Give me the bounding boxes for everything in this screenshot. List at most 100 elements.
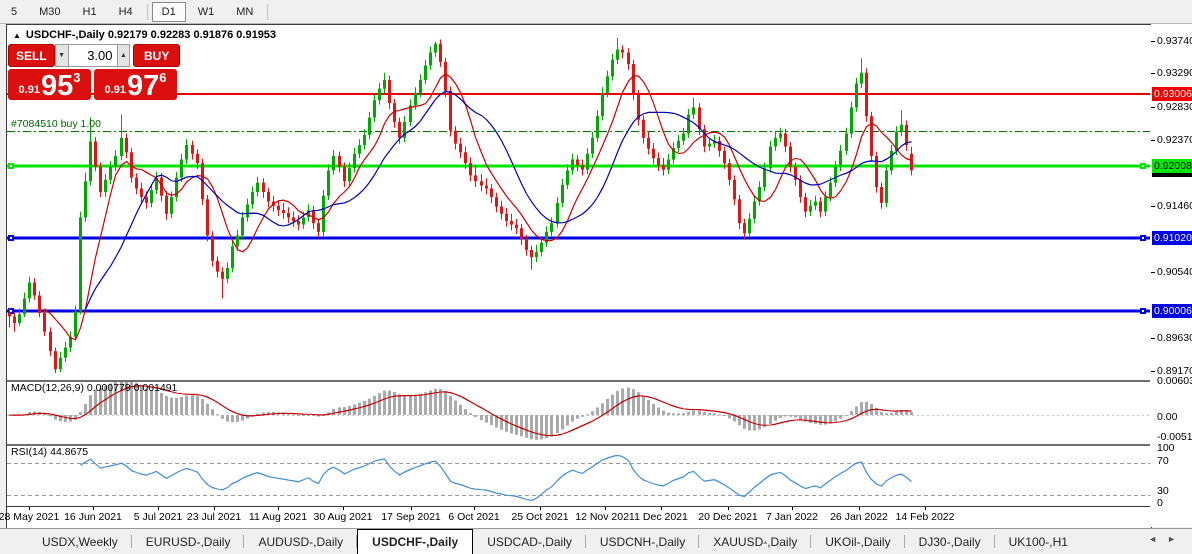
price-tick-label: 0.89630 bbox=[1157, 332, 1192, 345]
timeframe-button-MN[interactable]: MN bbox=[226, 2, 263, 22]
date-tick-label: 30 Aug 2021 bbox=[313, 511, 373, 523]
date-tick-label: 16 Jun 2021 bbox=[64, 511, 122, 523]
date-tick-mark bbox=[214, 507, 215, 510]
sell-price-prefix: 0.91 bbox=[18, 84, 40, 96]
chart-window[interactable]: ▲ USDCHF-,Daily 0.92179 0.92283 0.91876 0… bbox=[0, 24, 1152, 529]
date-tick-label: 26 Jan 2022 bbox=[830, 511, 888, 523]
price-tick-label: 0.90540 bbox=[1157, 266, 1192, 279]
sell-price-sup: 3 bbox=[73, 70, 81, 85]
rsi-value: 44.8675 bbox=[50, 446, 89, 458]
price-tick-mark bbox=[1151, 40, 1155, 42]
volume-decrease-button[interactable]: ▼ bbox=[54, 44, 69, 67]
timeframe-button-W1[interactable]: W1 bbox=[188, 2, 225, 22]
buy-price-sup: 6 bbox=[159, 70, 167, 85]
timeframe-button-D1[interactable]: D1 bbox=[151, 1, 186, 22]
price-tick-mark bbox=[1151, 73, 1155, 75]
date-tick-mark bbox=[792, 507, 793, 510]
date-tick-mark bbox=[540, 507, 541, 510]
timeframe-button-5[interactable]: 5 bbox=[1, 2, 27, 22]
date-tick-mark bbox=[605, 507, 606, 510]
triangle-up-icon: ▲ bbox=[119, 52, 127, 59]
date-tick-mark bbox=[278, 507, 279, 510]
indicator-axis-label: 0.006034 bbox=[1157, 375, 1192, 387]
date-tick-label: 7 Jan 2022 bbox=[766, 511, 818, 523]
price-level-badge: 0.93006 bbox=[1152, 87, 1192, 101]
date-tick-mark bbox=[474, 507, 475, 510]
price-tick-label: 0.92370 bbox=[1157, 134, 1192, 146]
price-tick-mark bbox=[1151, 338, 1155, 340]
indicator-axis-label: 100 bbox=[1157, 442, 1175, 454]
date-tick-label: 12 Nov 2021 bbox=[575, 511, 635, 523]
indicator-axis-label: 0.00 bbox=[1157, 411, 1178, 423]
date-tick-label: 1 Dec 2021 bbox=[634, 511, 688, 523]
chart-tab-uk100-h1[interactable]: UK100-,H1 bbox=[995, 529, 1082, 554]
date-tick-label: 28 May 2021 bbox=[0, 511, 60, 523]
price-tick-mark bbox=[1151, 205, 1155, 207]
scroll-right-icon[interactable]: ► bbox=[1167, 534, 1186, 544]
date-tick-mark bbox=[93, 507, 94, 510]
buy-button[interactable]: BUY bbox=[133, 44, 180, 67]
chart-tab-usdchf-daily[interactable]: USDCHF-,Daily bbox=[357, 529, 474, 554]
chart-tab-xauusd-daily[interactable]: XAUUSD-,Daily bbox=[699, 529, 812, 554]
chart-tab-ukoil-daily[interactable]: UKOil-,Daily bbox=[811, 529, 905, 554]
rsi-name: RSI(14) bbox=[11, 446, 48, 458]
scroll-left-icon[interactable]: ◄ bbox=[1148, 534, 1167, 544]
indicator-axis-label: 0 bbox=[1157, 497, 1163, 509]
rsi-indicator-canvas[interactable] bbox=[7, 444, 1150, 508]
date-tick-mark bbox=[728, 507, 729, 510]
timeframe-button-M30[interactable]: M30 bbox=[29, 2, 70, 22]
date-tick-mark bbox=[859, 507, 860, 510]
date-tick-label: 23 Jul 2021 bbox=[186, 511, 242, 523]
macd-signal-value: 0.001491 bbox=[133, 382, 178, 394]
date-tick-mark bbox=[925, 507, 926, 510]
timeframe-button-H4[interactable]: H4 bbox=[109, 2, 143, 22]
collapse-triangle-icon[interactable]: ▲ bbox=[13, 31, 21, 40]
price-level-badge: 0.92008 bbox=[1152, 159, 1192, 174]
timeframe-button-H1[interactable]: H1 bbox=[73, 2, 107, 22]
chart-title: ▲ USDCHF-,Daily 0.92179 0.92283 0.91876 0… bbox=[13, 29, 276, 41]
trading-platform-window: 5 M30 H1 H4 D1 W1 MN ▲ USDCHF-,Daily 0.92179 0.… bbox=[0, 0, 1192, 554]
price-axis[interactable]: 0.93740 0.93290 0.92830 0.92370 0.91460 0.905… bbox=[1151, 24, 1192, 527]
indicator-axis-label: 70 bbox=[1157, 455, 1169, 467]
date-axis[interactable]: 28 May 2021 16 Jun 2021 5 Jul 2021 23 Jul 2… bbox=[0, 506, 1150, 528]
sell-price-display[interactable]: 0.91 95 3 bbox=[8, 69, 91, 101]
timeframe-toolbar: 5 M30 H1 H4 D1 W1 MN bbox=[0, 0, 1192, 24]
date-tick-mark bbox=[411, 507, 412, 510]
chart-tab-bar: USDX,Weekly EURUSD-,Daily AUDUSD-,Daily USD… bbox=[0, 528, 1192, 554]
chart-ohlc-values: 0.92179 0.92283 0.91876 0.91953 bbox=[107, 29, 277, 41]
chart-tab-usdcnh-daily[interactable]: USDCNH-,Daily bbox=[586, 529, 700, 554]
chart-tab-usdx-weekly[interactable]: USDX,Weekly bbox=[28, 529, 132, 554]
date-tick-label: 14 Feb 2022 bbox=[895, 511, 955, 523]
volume-increase-button[interactable]: ▲ bbox=[116, 44, 131, 67]
date-tick-label: 6 Oct 2021 bbox=[448, 511, 500, 523]
buy-price-prefix: 0.91 bbox=[104, 84, 126, 96]
chart-tab-eurusd-daily[interactable]: EURUSD-,Daily bbox=[132, 529, 245, 554]
chart-tab-dj30-daily[interactable]: DJ30-,Daily bbox=[905, 529, 995, 554]
date-tick-label: 11 Aug 2021 bbox=[248, 511, 308, 523]
date-tick-label: 20 Dec 2021 bbox=[698, 511, 758, 523]
buy-price-display[interactable]: 0.91 97 6 bbox=[94, 69, 177, 102]
buy-price-big: 97 bbox=[126, 70, 160, 102]
price-tick-mark bbox=[1151, 272, 1155, 274]
sell-button[interactable]: SELL bbox=[8, 44, 55, 67]
price-level-badge: 0.90006 bbox=[1152, 303, 1192, 318]
date-tick-label: 17 Sep 2021 bbox=[381, 511, 441, 523]
chart-tab-usdcad-daily[interactable]: USDCAD-,Daily bbox=[473, 529, 586, 554]
rsi-label: RSI(14) 44.8675 bbox=[11, 446, 88, 458]
volume-input[interactable] bbox=[68, 44, 117, 67]
price-tick-label: 0.93290 bbox=[1157, 67, 1192, 80]
macd-indicator-canvas[interactable] bbox=[7, 380, 1150, 444]
tab-scroll-arrows[interactable]: ◄► bbox=[1148, 534, 1186, 544]
date-tick-mark bbox=[29, 507, 30, 510]
open-order-label: #7084510 buy 1.00 bbox=[11, 117, 101, 130]
price-tick-mark bbox=[1151, 371, 1155, 373]
price-level-badge: 0.91020 bbox=[1152, 230, 1192, 245]
indicator-axis-label: 30 bbox=[1157, 485, 1169, 497]
chart-tab-audusd-daily[interactable]: AUDUSD-,Daily bbox=[244, 529, 357, 554]
date-tick-mark bbox=[343, 507, 344, 510]
price-tick-label: 0.93740 bbox=[1157, 34, 1192, 47]
date-tick-mark bbox=[661, 507, 662, 510]
macd-main-value: 0.000779 bbox=[86, 382, 131, 394]
date-tick-label: 25 Oct 2021 bbox=[511, 511, 569, 523]
triangle-down-icon: ▼ bbox=[58, 52, 66, 59]
